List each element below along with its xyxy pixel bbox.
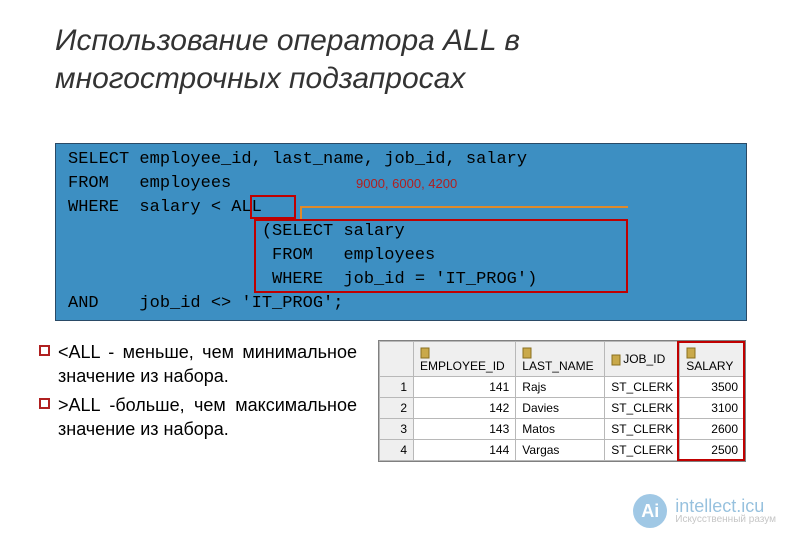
cell-salary: 2600 bbox=[680, 419, 745, 440]
sql-line: WHERE job_id = 'IT_PROG') bbox=[68, 270, 537, 289]
col-rownum bbox=[380, 342, 414, 377]
cell-salary: 2500 bbox=[680, 440, 745, 461]
cell-job-id: ST_CLERK bbox=[605, 419, 680, 440]
cell-rownum: 1 bbox=[380, 377, 414, 398]
connector-line bbox=[300, 206, 628, 208]
column-icon bbox=[686, 347, 696, 359]
watermark: Ai intellect.icu Искусственный разум bbox=[633, 494, 776, 528]
cell-employee-id: 142 bbox=[414, 398, 516, 419]
cell-job-id: ST_CLERK bbox=[605, 377, 680, 398]
connector-line bbox=[300, 206, 302, 221]
watermark-title: intellect.icu bbox=[675, 497, 776, 515]
sql-line: FROM employees bbox=[68, 246, 435, 265]
note-text: <ALL - меньше, чем минимальное значение … bbox=[58, 340, 357, 389]
col-last-name: LAST_NAME bbox=[516, 342, 605, 377]
watermark-subtitle: Искусственный разум bbox=[675, 515, 776, 525]
cell-rownum: 2 bbox=[380, 398, 414, 419]
sql-line: (SELECT salary bbox=[68, 222, 405, 241]
cell-last-name: Davies bbox=[516, 398, 605, 419]
slide-title: Использование оператора ALL в многостроч… bbox=[55, 22, 695, 97]
cell-rownum: 4 bbox=[380, 440, 414, 461]
column-icon bbox=[522, 347, 532, 359]
list-item: <ALL - меньше, чем минимальное значение … bbox=[39, 340, 357, 389]
cell-job-id: ST_CLERK bbox=[605, 440, 680, 461]
sql-code-box: SELECT employee_id, last_name, job_id, s… bbox=[55, 143, 747, 321]
col-job-id: JOB_ID bbox=[605, 342, 680, 377]
list-item: >ALL -больше, чем максимальное значение … bbox=[39, 393, 357, 442]
result-grid: EMPLOYEE_ID LAST_NAME JOB_ID SALARY bbox=[378, 340, 746, 462]
slide-page: Использование оператора ALL в многостроч… bbox=[0, 0, 800, 542]
table-row: 3 143 Matos ST_CLERK 2600 bbox=[380, 419, 745, 440]
bullet-icon bbox=[39, 398, 50, 409]
cell-salary: 3100 bbox=[680, 398, 745, 419]
column-icon bbox=[420, 347, 430, 359]
result-table: EMPLOYEE_ID LAST_NAME JOB_ID SALARY bbox=[379, 341, 745, 461]
cell-last-name: Matos bbox=[516, 419, 605, 440]
col-salary: SALARY bbox=[680, 342, 745, 377]
watermark-logo-icon: Ai bbox=[633, 494, 667, 528]
col-employee-id: EMPLOYEE_ID bbox=[414, 342, 516, 377]
column-icon bbox=[611, 354, 621, 366]
table-row: 1 141 Rajs ST_CLERK 3500 bbox=[380, 377, 745, 398]
cell-last-name: Vargas bbox=[516, 440, 605, 461]
table-row: 2 142 Davies ST_CLERK 3100 bbox=[380, 398, 745, 419]
table-row: 4 144 Vargas ST_CLERK 2500 bbox=[380, 440, 745, 461]
cell-job-id: ST_CLERK bbox=[605, 398, 680, 419]
cell-employee-id: 141 bbox=[414, 377, 516, 398]
sql-line: FROM employees bbox=[68, 174, 231, 193]
cell-last-name: Rajs bbox=[516, 377, 605, 398]
note-text: >ALL -больше, чем максимальное значение … bbox=[58, 393, 357, 442]
bullet-icon bbox=[39, 345, 50, 356]
notes-list: <ALL - меньше, чем минимальное значение … bbox=[39, 340, 357, 445]
sql-line: WHERE salary < ALL bbox=[68, 198, 262, 217]
cell-employee-id: 143 bbox=[414, 419, 516, 440]
table-header-row: EMPLOYEE_ID LAST_NAME JOB_ID SALARY bbox=[380, 342, 745, 377]
cell-rownum: 3 bbox=[380, 419, 414, 440]
sql-line: AND job_id <> 'IT_PROG'; bbox=[68, 294, 343, 313]
sql-line: SELECT employee_id, last_name, job_id, s… bbox=[68, 150, 527, 169]
cell-salary: 3500 bbox=[680, 377, 745, 398]
values-annotation: 9000, 6000, 4200 bbox=[356, 176, 457, 191]
cell-employee-id: 144 bbox=[414, 440, 516, 461]
